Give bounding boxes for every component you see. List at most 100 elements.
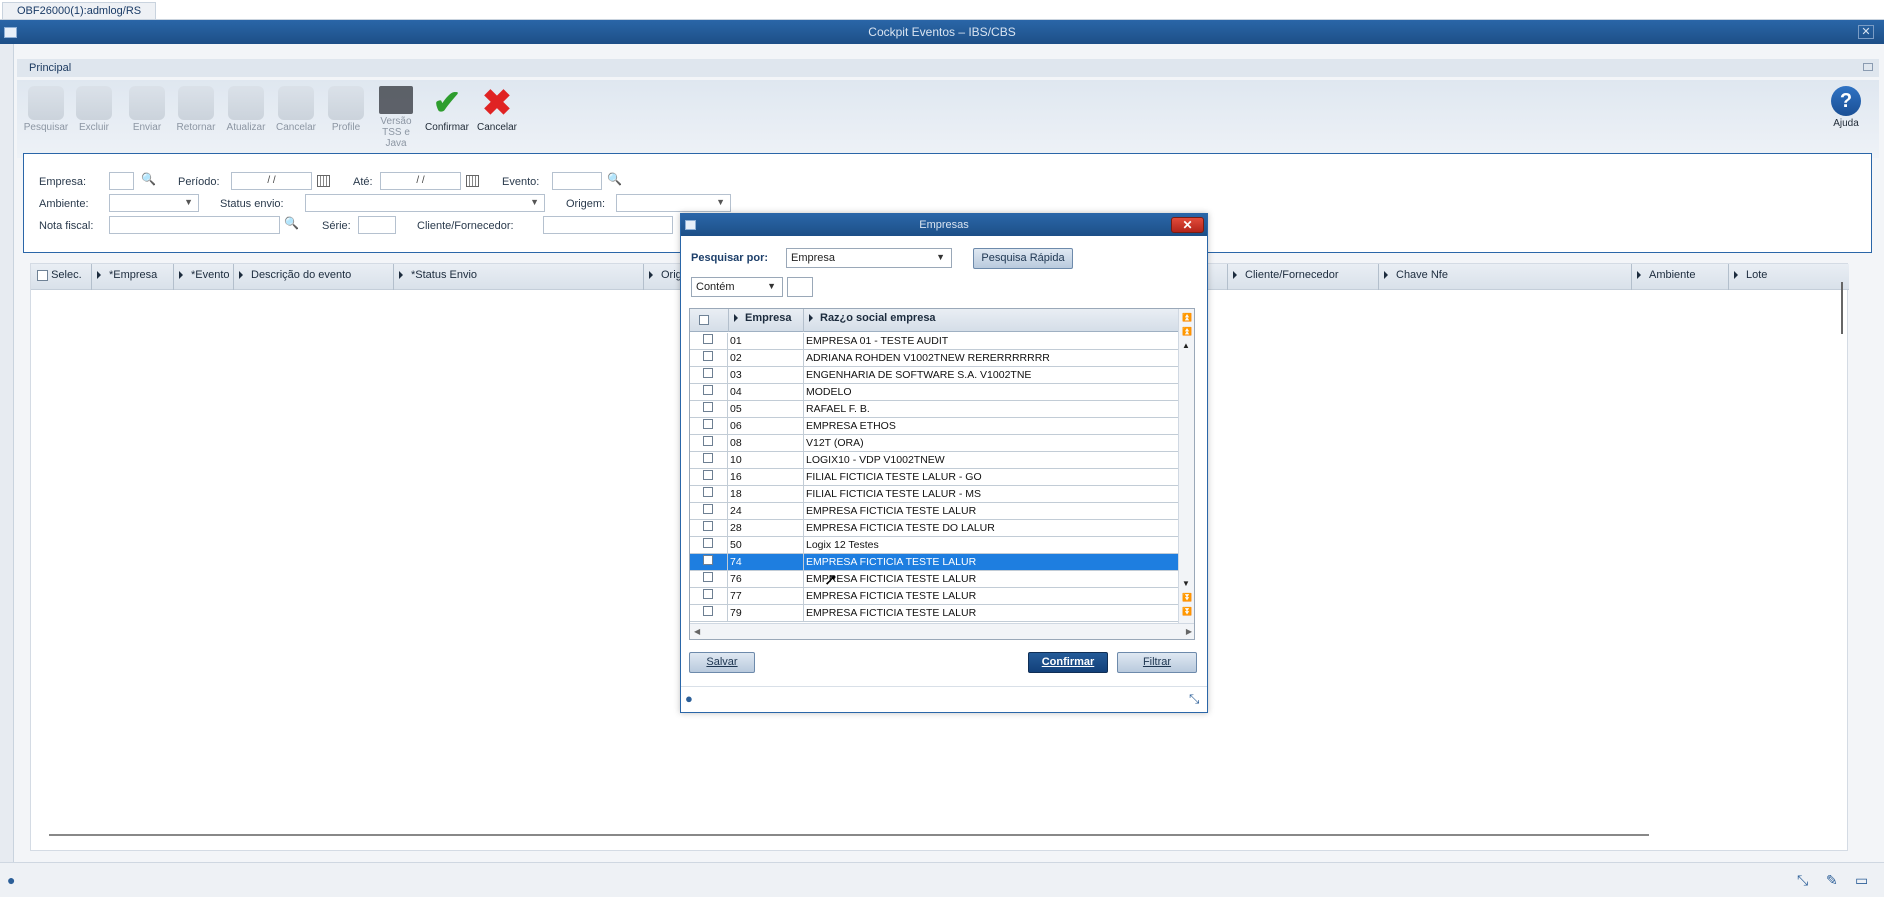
row-checkbox-cell[interactable] bbox=[690, 486, 728, 502]
message-icon[interactable]: ▭ bbox=[1855, 872, 1868, 889]
row-checkbox-cell[interactable] bbox=[690, 469, 728, 485]
col-origem[interactable]: Orig bbox=[649, 269, 682, 281]
scroll-bottom-icon[interactable]: ⏬ bbox=[1182, 607, 1192, 616]
table-row[interactable]: 10 LOGIX10 - VDP V1002TNEW bbox=[690, 452, 1180, 469]
page-up-icon[interactable]: ⏫ bbox=[1182, 327, 1192, 336]
table-row[interactable]: 02 ADRIANA ROHDEN V1002TNEW RERERRRRRRR bbox=[690, 350, 1180, 367]
confirmar-dialog-button[interactable]: Confirmar bbox=[1028, 652, 1108, 673]
page-down-icon[interactable]: ⏬ bbox=[1182, 593, 1192, 602]
scroll-down-icon[interactable]: ▼ bbox=[1182, 579, 1190, 588]
periodo-calendar-icon[interactable] bbox=[317, 175, 330, 187]
col-selec[interactable]: Selec. bbox=[37, 269, 82, 281]
profile-button[interactable]: Profile bbox=[321, 86, 371, 133]
row-checkbox[interactable] bbox=[703, 419, 713, 429]
col-cliente-fornecedor[interactable]: Cliente/Fornecedor bbox=[1233, 269, 1339, 281]
confirmar-button[interactable]: ✔ Confirmar bbox=[422, 86, 472, 133]
scroll-right-icon[interactable]: ▶ bbox=[1186, 627, 1192, 636]
pesquisar-button[interactable]: Pesquisar bbox=[21, 86, 71, 133]
app-tab[interactable]: OBF26000(1):admlog/RS bbox=[2, 2, 157, 19]
row-checkbox-cell[interactable] bbox=[690, 350, 728, 366]
row-checkbox[interactable] bbox=[703, 334, 713, 344]
row-checkbox-cell[interactable] bbox=[690, 401, 728, 417]
row-checkbox[interactable] bbox=[703, 538, 713, 548]
row-checkbox[interactable] bbox=[703, 487, 713, 497]
col-status-envio[interactable]: *Status Envio bbox=[399, 269, 477, 281]
origem-select[interactable]: ▼ bbox=[616, 194, 731, 212]
row-checkbox-cell[interactable] bbox=[690, 503, 728, 519]
table-row[interactable]: 74 EMPRESA FICTICIA TESTE LALUR bbox=[690, 554, 1180, 571]
resize-icon[interactable]: ⤡ bbox=[1189, 691, 1199, 707]
table-row[interactable]: 76 EMPRESA FICTICIA TESTE LALUR bbox=[690, 571, 1180, 588]
row-checkbox-cell[interactable] bbox=[690, 554, 728, 570]
scroll-up-icon[interactable]: ▲ bbox=[1182, 341, 1190, 350]
versao-button[interactable]: Versão TSS e Java bbox=[371, 86, 421, 149]
row-checkbox[interactable] bbox=[703, 402, 713, 412]
col-lote[interactable]: Lote bbox=[1734, 269, 1767, 281]
col-empresa[interactable]: Empresa bbox=[734, 312, 791, 324]
table-vertical-scrollbar[interactable]: ⏫ ⏫ ▲ ▼ ⏬ ⏬ bbox=[1178, 309, 1194, 624]
row-checkbox[interactable] bbox=[703, 436, 713, 446]
row-checkbox-cell[interactable] bbox=[690, 605, 728, 621]
pesquisar-por-select[interactable]: Empresa ▼ bbox=[786, 248, 952, 268]
row-checkbox[interactable] bbox=[703, 521, 713, 531]
resize-icon[interactable]: ⤡ bbox=[1797, 872, 1808, 889]
ate-calendar-icon[interactable] bbox=[466, 175, 479, 187]
ate-input[interactable]: / / bbox=[380, 172, 461, 190]
row-checkbox-cell[interactable] bbox=[690, 333, 728, 349]
grid-vertical-scrollbar[interactable] bbox=[1841, 282, 1843, 334]
row-checkbox[interactable] bbox=[703, 589, 713, 599]
table-horizontal-scrollbar[interactable]: ◀ ▶ bbox=[690, 623, 1194, 639]
table-row[interactable]: 77 EMPRESA FICTICIA TESTE LALUR bbox=[690, 588, 1180, 605]
enviar-button[interactable]: Enviar bbox=[122, 86, 172, 133]
table-row[interactable]: 79 EMPRESA FICTICIA TESTE LALUR bbox=[690, 605, 1180, 622]
table-row[interactable]: 04 MODELO bbox=[690, 384, 1180, 401]
evento-lookup-icon[interactable]: 🔍 bbox=[607, 172, 622, 186]
table-row[interactable]: 08 V12T (ORA) bbox=[690, 435, 1180, 452]
row-checkbox-cell[interactable] bbox=[690, 418, 728, 434]
col-ambiente[interactable]: Ambiente bbox=[1637, 269, 1695, 281]
ajuda-button[interactable]: ? Ajuda bbox=[1821, 86, 1871, 129]
window-close-icon[interactable]: ✕ bbox=[1858, 25, 1874, 39]
retornar-button[interactable]: Retornar bbox=[171, 86, 221, 133]
row-checkbox-cell[interactable] bbox=[690, 571, 728, 587]
row-checkbox-cell[interactable] bbox=[690, 367, 728, 383]
table-row[interactable]: 28 EMPRESA FICTICIA TESTE DO LALUR bbox=[690, 520, 1180, 537]
nota-fiscal-input[interactable] bbox=[109, 216, 280, 234]
table-row[interactable]: 50 Logix 12 Testes bbox=[690, 537, 1180, 554]
row-checkbox[interactable] bbox=[703, 470, 713, 480]
col-chave-nfe[interactable]: Chave Nfe bbox=[1384, 269, 1448, 281]
globe-icon[interactable]: ● bbox=[7, 872, 15, 888]
row-checkbox-cell[interactable] bbox=[690, 452, 728, 468]
minimize-section-icon[interactable] bbox=[1863, 63, 1873, 71]
pesquisa-rapida-button[interactable]: Pesquisa Rápida bbox=[973, 248, 1073, 269]
row-checkbox[interactable] bbox=[703, 555, 713, 565]
col-empresa[interactable]: *Empresa bbox=[97, 269, 157, 281]
row-checkbox[interactable] bbox=[703, 504, 713, 514]
empresa-lookup-icon[interactable]: 🔍 bbox=[141, 172, 156, 186]
condicao-select[interactable]: Contém ▼ bbox=[691, 277, 783, 297]
row-checkbox-cell[interactable] bbox=[690, 435, 728, 451]
table-row[interactable]: 05 RAFAEL F. B. bbox=[690, 401, 1180, 418]
row-checkbox-cell[interactable] bbox=[690, 537, 728, 553]
col-evento[interactable]: *Evento bbox=[179, 269, 230, 281]
table-row[interactable]: 03 ENGENHARIA DE SOFTWARE S.A. V1002TNE bbox=[690, 367, 1180, 384]
filtrar-button[interactable]: Filtrar bbox=[1117, 652, 1197, 673]
cliente-fornecedor-input[interactable] bbox=[543, 216, 673, 234]
select-all-checkbox[interactable] bbox=[37, 269, 48, 281]
empresa-input[interactable] bbox=[109, 172, 134, 190]
col-razao-social[interactable]: Raz¿o social empresa bbox=[809, 312, 936, 324]
salvar-button[interactable]: Salvar bbox=[689, 652, 755, 673]
search-value-input[interactable] bbox=[787, 277, 813, 297]
periodo-input[interactable]: / / bbox=[231, 172, 312, 190]
row-checkbox[interactable] bbox=[703, 453, 713, 463]
evento-input[interactable] bbox=[552, 172, 602, 190]
serie-input[interactable] bbox=[358, 216, 396, 234]
globe-icon[interactable]: ● bbox=[685, 691, 693, 706]
status-envio-select[interactable]: ▼ bbox=[305, 194, 545, 212]
table-row[interactable]: 01 EMPRESA 01 - TESTE AUDIT bbox=[690, 333, 1180, 350]
row-checkbox-cell[interactable] bbox=[690, 384, 728, 400]
select-all-checkbox[interactable] bbox=[699, 315, 709, 325]
table-row[interactable]: 24 EMPRESA FICTICIA TESTE LALUR bbox=[690, 503, 1180, 520]
row-checkbox[interactable] bbox=[703, 368, 713, 378]
excluir-button[interactable]: Excluir bbox=[69, 86, 119, 133]
